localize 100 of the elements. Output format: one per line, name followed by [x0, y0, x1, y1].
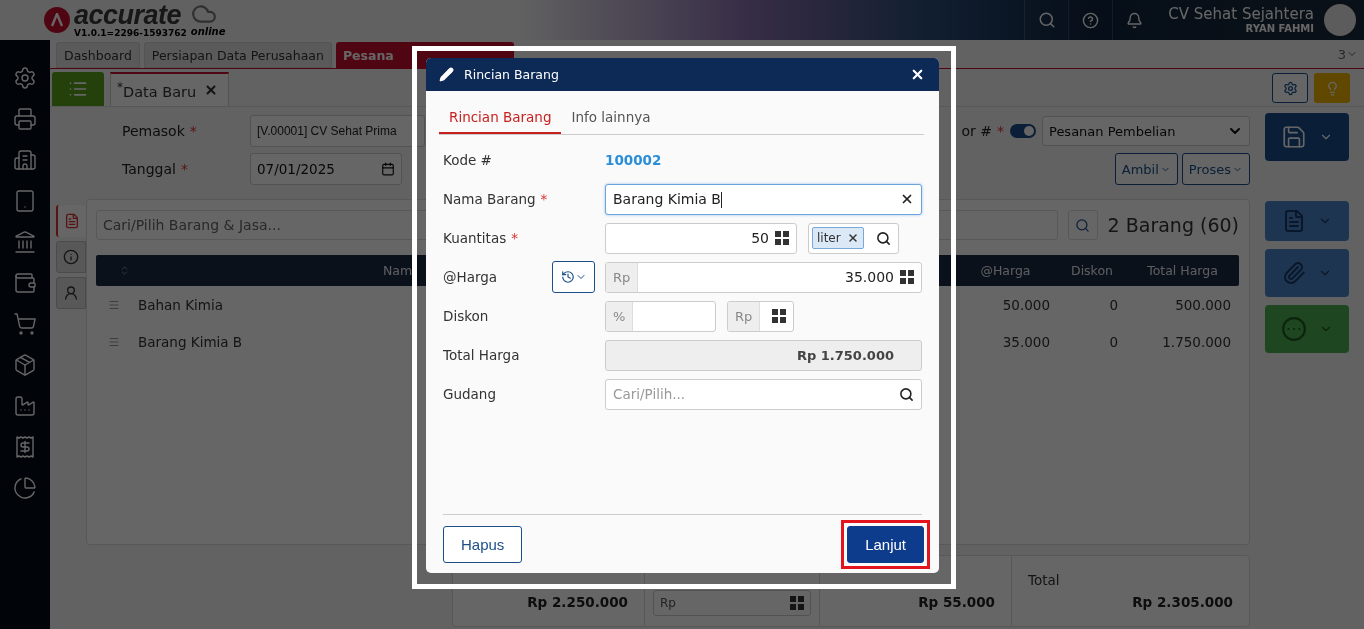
column-header[interactable]: Total Harga	[1126, 263, 1239, 278]
total-value: Rp 2.305.000	[1132, 594, 1233, 610]
pencil-icon	[439, 67, 454, 82]
tablet-icon[interactable]	[13, 189, 37, 213]
calendar-icon[interactable]	[381, 162, 395, 176]
table-cell-text: 0	[1108, 333, 1119, 350]
list-icon[interactable]	[68, 79, 88, 99]
process-button[interactable]: Proses	[1181, 153, 1250, 185]
settings-icon[interactable]	[1282, 80, 1298, 96]
item-count: 2 Barang (60)	[1107, 214, 1239, 236]
close-icon[interactable]	[910, 67, 925, 82]
calculator-icon[interactable]	[775, 231, 789, 245]
subtotal-value: Rp 2.250.000	[527, 594, 628, 610]
calculator-icon[interactable]	[772, 309, 787, 323]
column-header[interactable]: @Harga	[953, 263, 1058, 278]
date-field[interactable]: 07/01/2025	[250, 153, 402, 185]
calculator-icon[interactable]	[900, 270, 914, 284]
item-code: 100002	[605, 152, 662, 168]
user-name: RYAN FAHMI	[1245, 22, 1314, 34]
table-cell-text: Barang Kimia B	[137, 333, 244, 350]
list-button[interactable]	[52, 72, 104, 106]
table-cell-text: 500.000	[1174, 296, 1232, 313]
price-history-button[interactable]	[552, 261, 595, 293]
document-icon[interactable]	[64, 213, 80, 229]
tab-count[interactable]: 3	[1337, 46, 1346, 62]
tax-value: Rp 55.000	[918, 594, 995, 610]
detail-tab[interactable]	[56, 205, 86, 237]
field-label: Kode #	[443, 152, 492, 168]
table-cell-text: 1.750.000	[1161, 333, 1232, 350]
cart-icon[interactable]	[13, 312, 37, 336]
warehouse-field[interactable]: Cari/Pilih...	[605, 378, 922, 410]
wallet-icon[interactable]	[13, 271, 37, 295]
more-button[interactable]	[1265, 305, 1349, 353]
logo-icon	[44, 7, 70, 33]
table-cell-text: Bahan Kimia	[137, 296, 224, 313]
search-button[interactable]	[1067, 210, 1098, 240]
field-label: Nama Barang *	[443, 191, 548, 207]
receipt-icon[interactable]	[13, 435, 37, 459]
paperclip-icon[interactable]	[1282, 261, 1306, 285]
user-avatar[interactable]	[1324, 4, 1356, 36]
pie-chart-icon[interactable]	[13, 476, 37, 500]
total-label: Total	[1028, 572, 1060, 588]
supplier-field[interactable]: [V.00001] CV Sehat Prima	[250, 115, 425, 147]
drag-handle-icon[interactable]	[108, 335, 120, 348]
page-tab[interactable]: Persiapan Data Perusahaan	[143, 42, 332, 68]
field-label: or # *	[961, 122, 1004, 141]
document-tab[interactable]: $^{*}$Data Baru	[110, 72, 230, 106]
settings-icon[interactable]	[13, 66, 37, 90]
search-icon[interactable]	[899, 386, 914, 402]
table-cell-text: 50.000	[1001, 296, 1051, 313]
save-button[interactable]	[1265, 113, 1349, 161]
unit-field[interactable]: liter	[808, 222, 899, 254]
next-button[interactable]: Lanjut	[847, 525, 924, 563]
discount-amount-field[interactable]: Rp	[727, 300, 795, 332]
table-cell-text: 0	[1108, 296, 1119, 313]
number-type-select[interactable]: Pesanan Pembelian	[1042, 116, 1250, 146]
person-icon[interactable]	[63, 285, 79, 301]
remove-icon[interactable]	[846, 232, 859, 244]
settings-button[interactable]	[1272, 73, 1308, 103]
dialog-tab[interactable]: Info lainnya	[561, 101, 661, 134]
cost-tab[interactable]	[56, 277, 86, 309]
field-label: Gudang	[443, 386, 496, 402]
column-header[interactable]: Diskon	[1058, 263, 1126, 278]
save-icon[interactable]	[1281, 124, 1307, 150]
field-label: Kuantitas *	[443, 230, 518, 246]
take-button[interactable]: Ambil	[1114, 153, 1178, 185]
price-field[interactable]: Rp 35.000	[605, 261, 922, 293]
field-label: @Harga	[443, 269, 498, 285]
package-icon[interactable]	[13, 353, 37, 377]
clear-icon[interactable]	[900, 192, 914, 206]
info-icon[interactable]	[63, 249, 79, 265]
table-cell-text: 35.000	[1001, 333, 1051, 350]
more-icon[interactable]	[1281, 316, 1307, 342]
total-price-field: Rp 1.750.000	[605, 339, 922, 371]
printer-icon[interactable]	[13, 107, 37, 131]
discount-field[interactable]: Rp	[653, 590, 811, 616]
building-icon[interactable]	[13, 148, 37, 172]
field-label: Pemasok *	[122, 122, 198, 141]
page-tab[interactable]: Dashboard	[56, 42, 140, 68]
bank-icon[interactable]	[13, 230, 37, 254]
info-tab[interactable]	[56, 241, 86, 273]
field-label: Total Harga	[443, 347, 520, 363]
bell-icon[interactable]	[1126, 11, 1144, 29]
quantity-field[interactable]: 50	[605, 222, 797, 254]
dialog-title: Rincian Barang	[464, 67, 560, 82]
help-icon[interactable]	[1082, 11, 1100, 29]
discount-percent-field[interactable]: %	[605, 300, 716, 332]
field-label: Diskon	[443, 308, 489, 324]
delete-button[interactable]: Hapus	[443, 525, 523, 563]
item-name-field[interactable]: Barang Kimia B	[605, 183, 922, 215]
history-icon[interactable]	[560, 270, 575, 284]
factory-icon[interactable]	[13, 394, 37, 418]
drag-handle-icon[interactable]	[108, 298, 120, 311]
search-icon[interactable]	[875, 230, 891, 246]
currency-addon: Rp	[606, 262, 639, 292]
auto-number-toggle[interactable]	[1010, 124, 1036, 138]
dialog-tab[interactable]: Rincian Barang	[439, 101, 562, 134]
logo-subtitle: online	[190, 27, 226, 37]
field-label: Tanggal *	[122, 160, 189, 179]
version-text: V1.0.1=2296-1593762	[74, 29, 187, 38]
